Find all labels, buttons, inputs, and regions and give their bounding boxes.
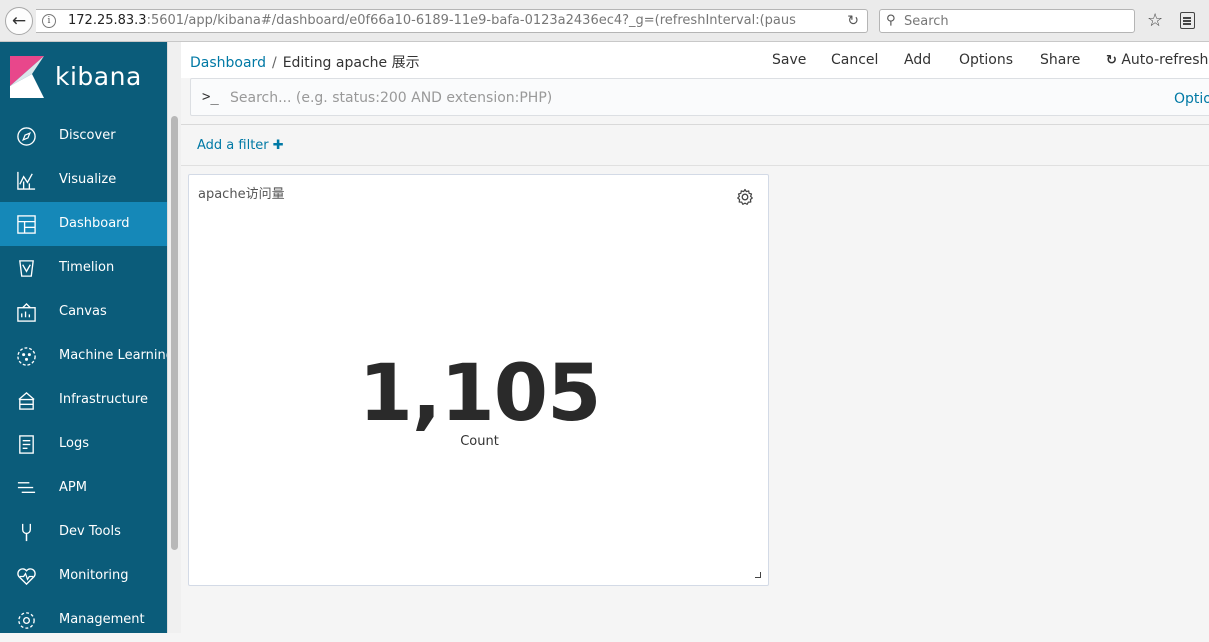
sidebar-item-label: Monitoring (59, 568, 129, 583)
sidebar-item-label: Visualize (59, 172, 117, 187)
query-placeholder: Search... (e.g. status:200 AND extension… (230, 90, 553, 106)
sidebar-item-machine-learning[interactable]: Machine Learning (0, 334, 174, 378)
arrow-left-icon: ← (11, 11, 27, 31)
sidebar-item-label: Canvas (59, 304, 107, 319)
browser-toolbar: ← i 172.25.83.3:5601/app/kibana#/dashboa… (0, 0, 1209, 42)
info-icon[interactable]: i (42, 14, 56, 28)
breadcrumb-separator: / (271, 55, 277, 71)
sidebar-item-label: Timelion (59, 260, 115, 275)
panel-resize-handle[interactable] (755, 572, 761, 578)
sidebar-item-management[interactable]: Management (0, 598, 167, 642)
refresh-icon: ↻ (1106, 53, 1117, 68)
sidebar-item-dev-tools[interactable]: Dev Tools (0, 510, 167, 554)
filter-bar: Add a filter ✚ (181, 126, 1209, 166)
terminal-prompt-icon: >_ (202, 89, 219, 105)
browser-search-placeholder: Search (904, 14, 949, 29)
plus-icon: ✚ (272, 138, 284, 153)
sidebar-item-timelion[interactable]: Timelion (0, 246, 167, 290)
timelion-icon (19, 260, 34, 277)
sidebar-item-label: APM (59, 480, 87, 495)
auto-refresh-label: Auto-refresh (1121, 52, 1209, 68)
sidebar-item-visualize[interactable]: Visualize (0, 158, 167, 202)
reload-icon[interactable]: ↻ (847, 13, 859, 29)
query-bar: >_ Search... (e.g. status:200 AND extens… (181, 78, 1209, 125)
sidebar-item-label: Logs (59, 436, 89, 451)
bookmark-star-icon[interactable]: ☆ (1147, 10, 1163, 31)
scrollbar-thumb[interactable] (171, 116, 178, 550)
add-filter-label: Add a filter (197, 138, 269, 153)
sidebar-item-label: Management (59, 612, 145, 627)
reader-view-icon[interactable] (1180, 12, 1195, 29)
brand-name: kibana (55, 62, 142, 91)
metric-label: Count (460, 434, 499, 449)
cancel-button[interactable]: Cancel (831, 52, 878, 68)
save-button[interactable]: Save (772, 52, 806, 68)
chart-icon (17, 171, 36, 190)
compass-icon (17, 127, 36, 146)
add-button[interactable]: Add (904, 52, 931, 68)
heartbeat-icon (17, 568, 36, 586)
share-button[interactable]: Share (1040, 52, 1080, 68)
metric-panel[interactable]: apache访问量 1,105 Count (188, 174, 769, 586)
sidebar-item-label: Infrastructure (59, 392, 148, 407)
panel-title: apache访问量 (198, 187, 285, 202)
sidebar-item-monitoring[interactable]: Monitoring (0, 554, 167, 598)
query-search-input[interactable]: >_ Search... (e.g. status:200 AND extens… (190, 78, 1209, 116)
gear-icon (18, 612, 35, 629)
sidebar-item-label: Discover (59, 128, 116, 143)
kibana-logo[interactable]: kibana (0, 42, 167, 113)
kibana-sidebar: kibana Discover Visualize Dashboard Time… (0, 42, 174, 633)
sidebar-item-logs[interactable]: Logs (0, 422, 167, 466)
sidebar-item-infrastructure[interactable]: Infrastructure (0, 378, 167, 422)
options-button[interactable]: Options (959, 52, 1013, 68)
search-icon: ⚲ (886, 13, 896, 28)
dashboard-icon (17, 215, 36, 234)
auto-refresh-button[interactable]: ↻ Auto-refresh (1106, 52, 1208, 68)
query-options-link[interactable]: Options (1174, 91, 1209, 107)
sidebar-item-label: Dashboard (59, 216, 130, 231)
wrench-icon (22, 523, 31, 542)
apm-icon (17, 482, 36, 493)
address-bar[interactable]: i 172.25.83.3:5601/app/kibana#/dashboard… (36, 9, 868, 33)
dashboard-top-nav: Dashboard / Editing apache 展示 Save Cancel … (181, 42, 1209, 78)
back-button[interactable]: ← (5, 7, 33, 35)
kibana-logo-icon (10, 56, 44, 98)
breadcrumb-dashboard-link[interactable]: Dashboard (190, 55, 266, 71)
sidebar-item-canvas[interactable]: Canvas (0, 290, 167, 334)
ml-icon (17, 347, 36, 366)
sidebar-item-label: Machine Learning (59, 348, 174, 363)
sidebar-item-discover[interactable]: Discover (0, 114, 167, 158)
infrastructure-icon (18, 391, 35, 410)
url-text: 172.25.83.3:5601/app/kibana#/dashboard/e… (68, 13, 838, 28)
breadcrumb-current: Editing apache 展示 (282, 55, 420, 71)
panel-gear-icon[interactable] (736, 188, 754, 206)
browser-search-input[interactable]: ⚲ Search (879, 9, 1135, 33)
sidebar-item-label: Dev Tools (59, 524, 121, 539)
breadcrumb: Dashboard / Editing apache 展示 (190, 52, 420, 72)
url-path: :5601/app/kibana#/dashboard/e0f66a10-618… (146, 13, 796, 28)
canvas-icon (17, 302, 36, 322)
url-host: 172.25.83.3 (68, 13, 147, 28)
add-filter-button[interactable]: Add a filter ✚ (197, 138, 284, 153)
sidebar-nav: Discover Visualize Dashboard Timelion Ca… (0, 114, 174, 642)
sidebar-scrollbar[interactable] (167, 42, 181, 633)
sidebar-item-apm[interactable]: APM (0, 466, 167, 510)
logs-icon (19, 435, 34, 454)
metric-value: 1,105 (358, 349, 602, 439)
sidebar-item-dashboard[interactable]: Dashboard (0, 202, 167, 246)
